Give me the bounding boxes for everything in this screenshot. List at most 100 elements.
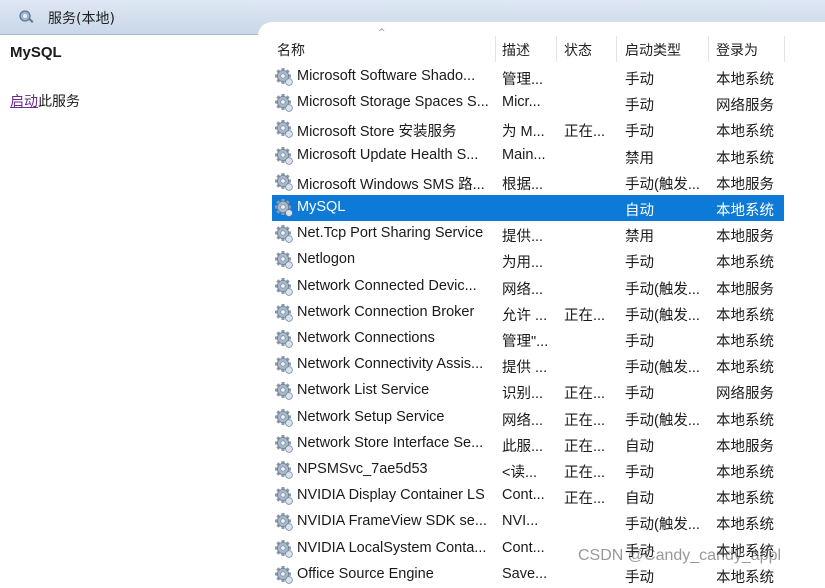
service-name-cell: Network List Service bbox=[297, 382, 430, 399]
service-description-cell: Cont... bbox=[502, 539, 545, 556]
service-logon-cell: 网络服务 bbox=[716, 386, 774, 403]
service-row[interactable]: Network Connected Devic... 网络... 手动(触发... 本… bbox=[272, 274, 784, 300]
service-row[interactable]: NVIDIA Display Container LS Cont... 正在... 自… bbox=[272, 483, 784, 509]
service-row[interactable]: Netlogon 为用... 手动 本地系统 bbox=[272, 247, 784, 273]
service-startup-type-cell: 手动(触发... bbox=[625, 412, 700, 429]
service-startup-type-cell: 手动(触发... bbox=[625, 517, 700, 534]
service-status-cell: 正在... bbox=[564, 412, 606, 429]
service-description-cell: 识别... bbox=[502, 386, 544, 403]
column-header-name[interactable]: 名称 bbox=[277, 40, 305, 60]
gear-icon bbox=[274, 277, 294, 297]
service-startup-type-cell: 自动 bbox=[625, 438, 654, 455]
column-header-log-on-as[interactable]: 登录为 bbox=[716, 40, 758, 60]
column-divider[interactable] bbox=[495, 36, 496, 62]
service-row[interactable]: Network List Service 识别... 正在... 手动 网络服务 bbox=[272, 378, 784, 404]
service-row[interactable]: Microsoft Windows SMS 路... 根据... 手动(触发... 本… bbox=[272, 169, 784, 195]
service-status-cell: 正在... bbox=[564, 307, 606, 324]
service-row[interactable]: MySQL 自动 本地系统 bbox=[272, 195, 784, 221]
service-name-cell: Net.Tcp Port Sharing Service bbox=[297, 225, 484, 242]
service-logon-cell: 本地系统 bbox=[716, 465, 774, 481]
service-name-cell: NPSMSvc_7ae5d53 bbox=[297, 461, 428, 477]
service-description-cell: Cont... bbox=[502, 487, 545, 504]
service-row[interactable]: NVIDIA FrameView SDK se... NVI... 手动(触发...… bbox=[272, 509, 784, 535]
service-row[interactable]: Network Setup Service 网络... 正在... 手动(触发... 本… bbox=[272, 405, 784, 431]
service-status-cell: 正在... bbox=[564, 438, 606, 455]
gear-icon bbox=[274, 303, 294, 323]
column-header-row: 名称 ^ 描述 状态 启动类型 登录为 bbox=[258, 28, 825, 62]
service-description-cell: 提供 ... bbox=[502, 360, 548, 377]
service-name-cell: Netlogon bbox=[297, 251, 356, 268]
service-name-cell: Network Connections bbox=[297, 330, 435, 346]
service-row[interactable]: NPSMSvc_7ae5d53 <读... 正在... 手动 本地系统 bbox=[272, 457, 784, 483]
service-name-cell: NVIDIA LocalSystem Conta... bbox=[297, 539, 487, 556]
service-row[interactable]: Net.Tcp Port Sharing Service 提供... 禁用 本地服务 bbox=[272, 221, 784, 247]
gear-icon bbox=[274, 329, 294, 349]
service-logon-cell: 本地系统 bbox=[716, 150, 774, 167]
service-name-cell: NVIDIA Display Container LS bbox=[297, 487, 485, 504]
service-row[interactable]: Microsoft Update Health S... Main... 禁用 本地系… bbox=[272, 143, 784, 169]
service-row[interactable]: Microsoft Store 安装服务 为 M... 正在... 手动 本地系统 bbox=[272, 116, 784, 142]
service-name-cell: Network Store Interface Se... bbox=[297, 434, 484, 451]
service-name-cell: Microsoft Update Health S... bbox=[297, 146, 479, 163]
start-service-link[interactable]: 启动 bbox=[10, 94, 38, 110]
column-divider[interactable] bbox=[616, 36, 617, 62]
service-startup-type-cell: 手动 bbox=[625, 98, 654, 115]
service-name-cell: Microsoft Software Shado... bbox=[297, 68, 476, 84]
gear-icon bbox=[274, 434, 294, 454]
services-icon bbox=[19, 10, 34, 23]
gear-icon bbox=[274, 198, 294, 218]
service-row[interactable]: Microsoft Software Shado... 管理... 手动 本地系统 bbox=[272, 64, 784, 90]
service-description-cell: 提供... bbox=[502, 229, 544, 246]
gear-icon bbox=[274, 408, 294, 428]
service-startup-type-cell: 自动 bbox=[625, 491, 654, 508]
service-description-cell: 此服... bbox=[502, 438, 544, 455]
service-status-cell: 正在... bbox=[564, 491, 606, 508]
service-startup-type-cell: 手动 bbox=[625, 386, 654, 403]
service-detail-pane: MySQL 启动此服务 bbox=[0, 35, 258, 576]
service-logon-cell: 本地系统 bbox=[716, 412, 774, 429]
service-logon-cell: 本地系统 bbox=[716, 360, 774, 377]
service-startup-type-cell: 手动(触发... bbox=[625, 281, 700, 298]
start-service-suffix: 此服务 bbox=[38, 94, 80, 110]
service-name-cell: Microsoft Windows SMS 路... bbox=[297, 176, 485, 193]
window-title: 服务(本地) bbox=[48, 11, 115, 27]
gear-icon bbox=[274, 355, 294, 375]
column-header-status[interactable]: 状态 bbox=[564, 40, 592, 60]
service-row[interactable]: Network Store Interface Se... 此服... 正在... 自… bbox=[272, 431, 784, 457]
watermark: CSDN @Candy_candy_appl bbox=[578, 547, 782, 564]
service-logon-cell: 本地系统 bbox=[716, 491, 774, 508]
gear-icon bbox=[274, 565, 294, 585]
service-row[interactable]: Network Connectivity Assis... 提供 ... 手动(触发… bbox=[272, 352, 784, 378]
service-description-cell: 管理... bbox=[502, 72, 544, 88]
service-name-cell: Network Connectivity Assis... bbox=[297, 356, 484, 373]
service-action: 启动此服务 bbox=[10, 91, 80, 111]
service-logon-cell: 本地服务 bbox=[716, 229, 774, 246]
service-logon-cell: 本地服务 bbox=[716, 438, 774, 455]
service-name-cell: Microsoft Storage Spaces S... bbox=[297, 94, 489, 111]
service-row[interactable]: Microsoft Storage Spaces S... Micr... 手动 网络… bbox=[272, 90, 784, 116]
service-row[interactable]: Office Source Engine Save... 手动 本地系统 bbox=[272, 562, 784, 588]
service-name-cell: Network Setup Service bbox=[297, 408, 445, 425]
services-list-pane: 名称 ^ 描述 状态 启动类型 登录为 Microsoft Software S… bbox=[258, 22, 825, 586]
service-name-cell: Office Source Engine bbox=[297, 565, 434, 582]
column-divider[interactable] bbox=[556, 36, 557, 62]
gear-icon bbox=[274, 172, 294, 192]
service-description-cell: Micr... bbox=[502, 94, 541, 111]
service-row[interactable]: Network Connections 管理"... 手动 本地系统 bbox=[272, 326, 784, 352]
gear-icon bbox=[274, 119, 294, 139]
service-status-cell: 正在... bbox=[564, 465, 606, 481]
service-logon-cell: 本地系统 bbox=[716, 124, 774, 141]
column-header-startup-type[interactable]: 启动类型 bbox=[625, 40, 681, 60]
service-status-cell: 正在... bbox=[564, 124, 606, 141]
service-logon-cell: 本地服务 bbox=[716, 281, 774, 298]
gear-icon bbox=[274, 224, 294, 244]
column-header-description[interactable]: 描述 bbox=[502, 40, 530, 60]
column-divider[interactable] bbox=[784, 36, 785, 62]
service-startup-type-cell: 手动 bbox=[625, 124, 654, 141]
sort-ascending-icon: ^ bbox=[378, 28, 386, 38]
column-divider[interactable] bbox=[708, 36, 709, 62]
service-logon-cell: 本地系统 bbox=[716, 517, 774, 534]
gear-icon bbox=[274, 539, 294, 559]
service-row[interactable]: Network Connection Broker 允许 ... 正在... 手动(触… bbox=[272, 300, 784, 326]
service-name-cell: MySQL bbox=[297, 199, 346, 215]
